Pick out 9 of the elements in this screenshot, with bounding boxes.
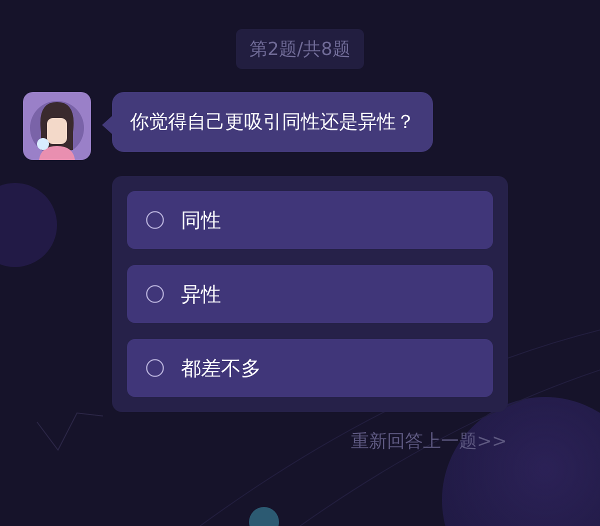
question-counter: 第2题/共8题	[236, 29, 364, 69]
avatar-icon	[23, 92, 91, 160]
radio-icon	[146, 285, 164, 303]
question-text: 你觉得自己更吸引同性还是异性？	[130, 111, 415, 133]
answer-option[interactable]: 都差不多	[127, 339, 493, 397]
radio-icon	[146, 211, 164, 229]
radio-icon	[146, 359, 164, 377]
answer-option[interactable]: 异性	[127, 265, 493, 323]
answer-option[interactable]: 同性	[127, 191, 493, 249]
